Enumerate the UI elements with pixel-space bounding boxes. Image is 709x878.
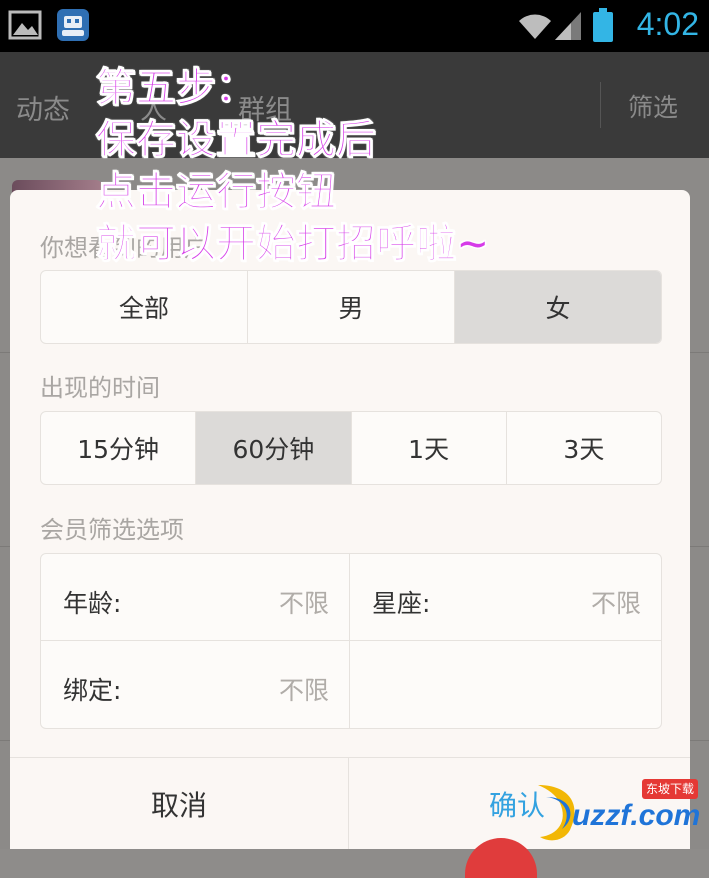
zodiac-filter-cell[interactable]: 星座: 不限 bbox=[350, 554, 661, 640]
instruction-overlay: 第五步： 保存设置完成后 点击运行按钮 就可以开始打招呼啦~ bbox=[96, 62, 491, 270]
watermark-logo: 东坡下载 uzzf.com bbox=[530, 775, 706, 845]
time-option-60min[interactable]: 60分钟 bbox=[196, 412, 352, 484]
filter-dialog: 你想看到的用户 全部 男 女 出现的时间 15分钟 60分钟 1天 3天 会员筛… bbox=[10, 190, 690, 849]
gender-segmented-control: 全部 男 女 bbox=[40, 270, 662, 344]
instruction-line: 就可以开始打招呼啦~ bbox=[96, 221, 491, 268]
cancel-button[interactable]: 取消 bbox=[10, 758, 348, 849]
status-bar: 4:02 bbox=[0, 0, 709, 52]
member-section-title: 会员筛选选项 bbox=[40, 516, 184, 544]
time-segmented-control: 15分钟 60分钟 1天 3天 bbox=[40, 411, 662, 485]
binding-label: 绑定: bbox=[63, 676, 122, 705]
signal-icon bbox=[555, 12, 581, 40]
instruction-line: 点击运行按钮 bbox=[96, 169, 337, 216]
gender-option-all[interactable]: 全部 bbox=[41, 271, 248, 343]
battery-icon bbox=[593, 8, 613, 42]
gender-option-male[interactable]: 男 bbox=[248, 271, 455, 343]
status-clock: 4:02 bbox=[636, 6, 699, 42]
instruction-line: 保存设置完成后 bbox=[96, 117, 377, 164]
age-value: 不限 bbox=[278, 589, 329, 618]
appbar-divider bbox=[600, 82, 601, 128]
gallery-icon bbox=[8, 10, 42, 40]
zodiac-label: 星座: bbox=[372, 589, 431, 618]
zodiac-value: 不限 bbox=[590, 589, 641, 618]
time-option-1day[interactable]: 1天 bbox=[352, 412, 507, 484]
time-section-title: 出现的时间 bbox=[40, 374, 160, 402]
binding-filter-cell[interactable]: 绑定: 不限 bbox=[41, 641, 349, 728]
member-filter-grid: 年龄: 不限 星座: 不限 绑定: 不限 bbox=[40, 553, 662, 729]
age-filter-cell[interactable]: 年龄: 不限 bbox=[41, 554, 349, 640]
wifi-icon bbox=[519, 14, 551, 40]
gender-option-female[interactable]: 女 bbox=[455, 271, 661, 343]
robot-app-icon bbox=[57, 9, 89, 41]
age-label: 年龄: bbox=[63, 589, 122, 618]
filter-button[interactable]: 筛选 bbox=[628, 88, 678, 124]
instruction-line: 第五步： bbox=[96, 65, 257, 112]
tab-feed[interactable]: 动态 bbox=[16, 88, 70, 127]
time-option-3day[interactable]: 3天 bbox=[507, 412, 661, 484]
watermark-badge: 东坡下载 bbox=[642, 779, 699, 799]
binding-value: 不限 bbox=[278, 676, 329, 705]
watermark-text: uzzf.com bbox=[572, 799, 701, 832]
time-option-15min[interactable]: 15分钟 bbox=[41, 412, 197, 484]
